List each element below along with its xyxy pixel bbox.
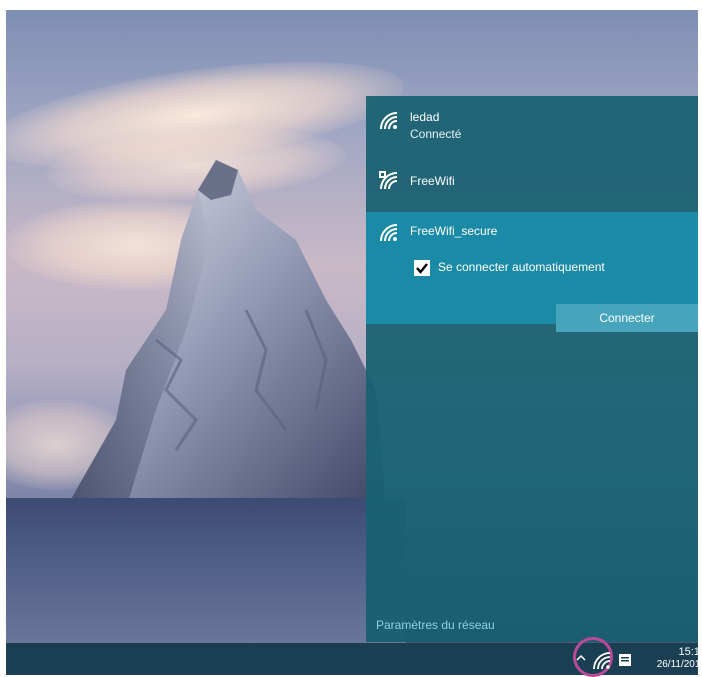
- screen: ledad Connecté FreeWifi FreeWifi_secure: [0, 0, 702, 677]
- network-item-ledad[interactable]: ledad Connecté: [366, 96, 698, 154]
- network-name: FreeWifi_secure: [410, 224, 498, 238]
- network-name: ledad: [410, 110, 440, 124]
- auto-connect-checkbox[interactable]: [414, 260, 430, 276]
- wifi-icon: [380, 112, 398, 130]
- network-name: FreeWifi: [410, 174, 455, 188]
- wifi-icon: [380, 224, 398, 242]
- wifi-secured-icon: [379, 171, 398, 190]
- tray-wifi-icon[interactable]: [586, 645, 616, 675]
- network-flyout: ledad Connecté FreeWifi FreeWifi_secure: [366, 96, 698, 642]
- snowfield: [6, 498, 406, 650]
- checkbox-check-icon: [416, 263, 428, 274]
- auto-connect-label: Se connecter automatiquement: [438, 260, 605, 274]
- taskbar: 15:12 26/11/2015: [6, 637, 702, 677]
- network-status: Connecté: [410, 127, 462, 141]
- connect-button[interactable]: Connecter: [556, 304, 698, 332]
- network-item-freewifi-secure[interactable]: FreeWifi_secure Se connecter automatique…: [366, 212, 698, 332]
- notification-icon[interactable]: [618, 653, 632, 667]
- network-settings-link[interactable]: Paramètres du réseau: [376, 618, 495, 632]
- clock-date[interactable]: 26/11/2015: [638, 659, 702, 670]
- network-item-freewifi[interactable]: FreeWifi: [366, 158, 698, 208]
- flyout-background: [366, 324, 698, 642]
- clock-time[interactable]: 15:12: [646, 646, 702, 658]
